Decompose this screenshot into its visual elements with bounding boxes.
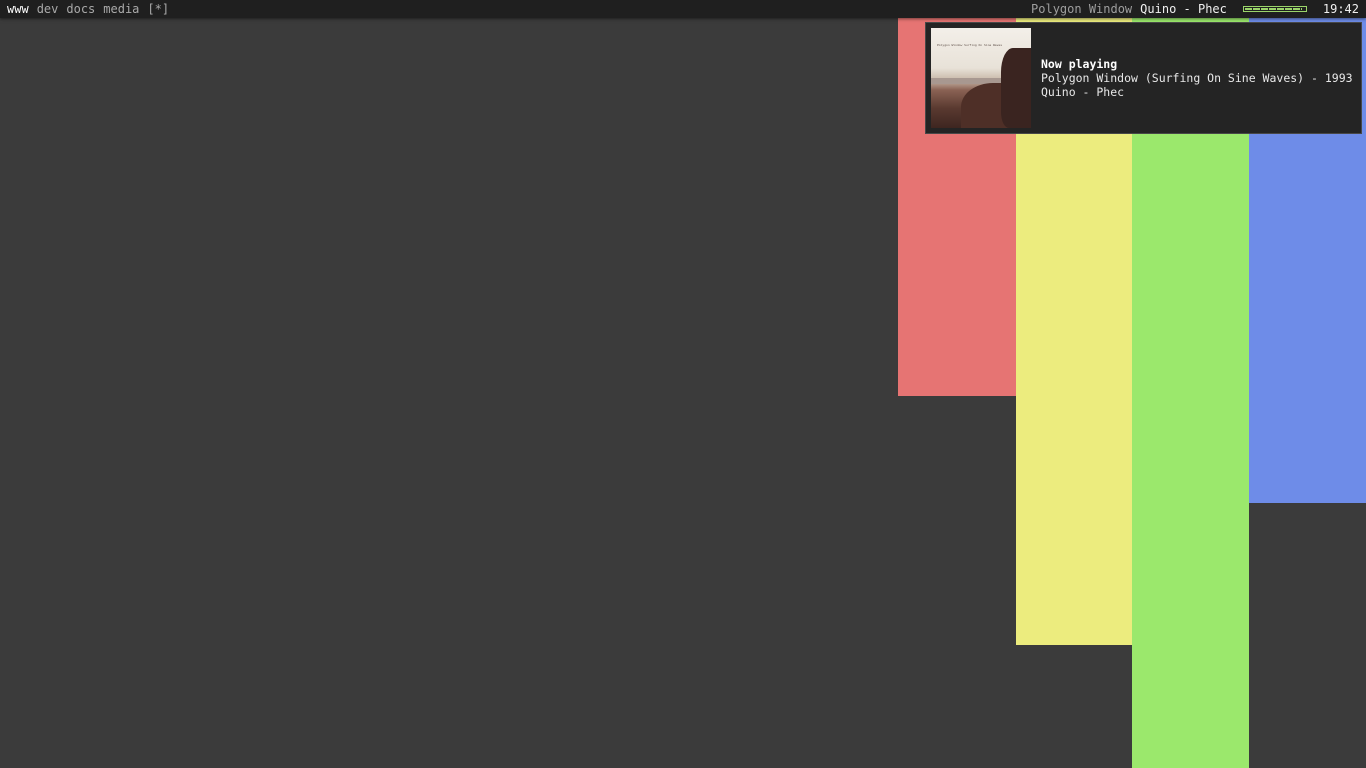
clock: 19:42 xyxy=(1322,2,1359,16)
status-right: Polygon Window Quino - Phec 19:42 xyxy=(1031,0,1359,18)
now-playing-notification[interactable]: Polygon Window Surfing On Sine Waves Now… xyxy=(925,22,1362,134)
volume-bar[interactable] xyxy=(1242,6,1307,12)
tag-list: www dev docs media [*] xyxy=(7,0,169,18)
tag-media[interactable]: media xyxy=(103,0,139,18)
tag-docs[interactable]: docs xyxy=(66,0,95,18)
notification-line-album: Polygon Window (Surfing On Sine Waves) -… xyxy=(1041,71,1353,85)
notification-line-track: Quino - Phec xyxy=(1041,85,1125,99)
now-playing-album: Polygon Window xyxy=(1031,2,1133,16)
tag-www[interactable]: www xyxy=(7,0,29,18)
layout-indicator[interactable]: [*] xyxy=(147,0,169,18)
notification-text: Now playing Polygon Window (Surfing On S… xyxy=(1041,57,1353,99)
notification-title: Now playing xyxy=(1041,57,1118,71)
now-playing-track: Quino - Phec xyxy=(1140,2,1227,16)
album-cover-image: Polygon Window Surfing On Sine Waves xyxy=(931,28,1031,128)
tag-dev[interactable]: dev xyxy=(37,0,59,18)
cover-text: Polygon Window Surfing On Sine Waves xyxy=(937,43,1003,47)
cover-rock xyxy=(1001,48,1031,128)
volume-bar-fill xyxy=(1244,8,1302,10)
status-bar: www dev docs media [*] Polygon Window Qu… xyxy=(0,0,1366,18)
